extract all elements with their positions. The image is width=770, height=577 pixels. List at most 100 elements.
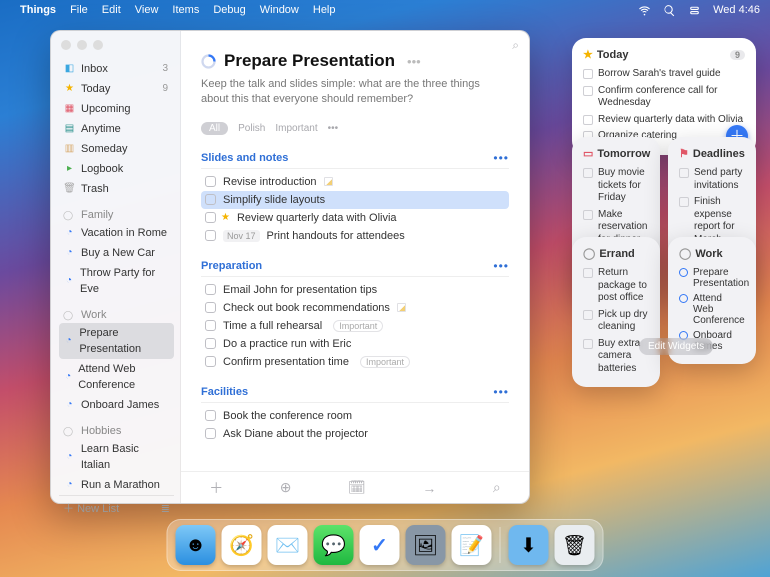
sidebar-upcoming[interactable]: ▦Upcoming (59, 99, 174, 119)
new-heading-button[interactable]: ⊕ (280, 479, 292, 496)
project-title[interactable]: Prepare Presentation (224, 51, 395, 71)
todo-item[interactable]: Book the conference room (201, 407, 509, 425)
traffic-lights[interactable] (61, 40, 103, 50)
checkbox[interactable] (205, 212, 216, 223)
sidebar-project[interactable]: ◔Buy a New Car (59, 243, 174, 263)
wifi-icon[interactable] (638, 4, 651, 17)
sidebar-anytime[interactable]: ▤Anytime (59, 119, 174, 139)
heading-title[interactable]: Slides and notes (201, 152, 288, 164)
sidebar-today[interactable]: ★Today9 (59, 79, 174, 99)
calendar-icon: ▭ (583, 147, 593, 160)
sidebar-inbox[interactable]: ◧Inbox3 (59, 59, 174, 79)
todo-item[interactable]: Do a practice run with Eric (201, 335, 509, 353)
area-hobbies[interactable]: ◯Hobbies (59, 423, 174, 439)
dock-finder[interactable]: ☻ (176, 525, 216, 565)
filter-more-icon[interactable]: ••• (328, 123, 339, 134)
sidebar-project[interactable]: ◔Vacation in Rome (59, 223, 174, 243)
area-work[interactable]: ◯Work (59, 307, 174, 323)
todo-item[interactable]: Check out book recommendations (201, 299, 509, 317)
area-family[interactable]: ◯Family (59, 207, 174, 223)
checkbox[interactable] (205, 410, 216, 421)
search-button[interactable]: ⌕ (493, 479, 501, 496)
widget-todo[interactable]: Pick up dry cleaning (583, 307, 649, 336)
heading-title[interactable]: Facilities (201, 386, 248, 398)
checkbox[interactable] (205, 302, 216, 313)
settings-icon[interactable]: ≣ (161, 502, 170, 515)
checkbox[interactable] (205, 428, 216, 439)
menu-items[interactable]: Items (172, 4, 199, 16)
dock-notes[interactable]: 📝 (452, 525, 492, 565)
sidebar-project[interactable]: ◔Throw Party for Eve (59, 263, 174, 299)
edit-widgets-button[interactable]: Edit Widgets (639, 338, 713, 355)
project-menu-icon[interactable]: ••• (407, 54, 421, 69)
heading-title[interactable]: Preparation (201, 260, 262, 272)
tag-chip[interactable]: Important (333, 320, 383, 332)
sidebar-project[interactable]: ◔Onboard James (59, 395, 174, 415)
todo-item[interactable]: Revise introduction (201, 173, 509, 191)
checkbox[interactable] (205, 284, 216, 295)
todo-item[interactable]: ★Review quarterly data with Olivia (201, 209, 509, 227)
todo-item-selected[interactable]: Simplify slide layouts (201, 191, 509, 209)
tag-chip[interactable]: Important (360, 356, 410, 368)
widget-todo[interactable]: Review quarterly data with Olivia (583, 112, 745, 129)
heading-menu-icon[interactable]: ••• (493, 259, 509, 273)
widget-project[interactable]: Attend Web Conference (679, 291, 745, 328)
date-chip: Nov 17 (223, 230, 260, 242)
menu-window[interactable]: Window (260, 4, 299, 16)
dock-downloads[interactable]: ⬇ (509, 525, 549, 565)
control-center-icon[interactable] (688, 4, 701, 17)
sidebar-project[interactable]: ◔Learn Basic Italian (59, 439, 174, 475)
dock-mail[interactable]: ✉️ (268, 525, 308, 565)
widget-errand[interactable]: ◯Errand Return package to post office Pi… (572, 237, 660, 387)
filter-all[interactable]: All (201, 122, 228, 135)
checkbox[interactable] (205, 230, 216, 241)
dock-safari[interactable]: 🧭 (222, 525, 262, 565)
project-notes[interactable]: Keep the talk and slides simple: what ar… (201, 77, 509, 108)
spotlight-icon[interactable] (663, 4, 676, 17)
menubar-clock[interactable]: Wed 4:46 (713, 4, 760, 16)
todo-item[interactable]: Ask Diane about the projector (201, 425, 509, 443)
area-icon: ◯ (679, 247, 691, 260)
dock-things[interactable]: ✓ (360, 525, 400, 565)
checkbox[interactable] (205, 176, 216, 187)
move-button[interactable]: → (422, 480, 436, 496)
menu-help[interactable]: Help (313, 4, 336, 16)
checkbox[interactable] (205, 320, 216, 331)
checkbox[interactable] (205, 338, 216, 349)
menu-debug[interactable]: Debug (213, 4, 245, 16)
sidebar-someday[interactable]: ▥Someday (59, 139, 174, 159)
dock-trash[interactable]: 🗑 (555, 525, 595, 565)
dock-messages[interactable]: 💬 (314, 525, 354, 565)
new-list-button[interactable]: ＋ New List (63, 500, 119, 516)
widget-todo[interactable]: Confirm conference call for Wednesday (583, 83, 745, 112)
checkbox[interactable] (205, 194, 216, 205)
sidebar-logbook[interactable]: ▸Logbook (59, 159, 174, 179)
widget-todo[interactable]: Send party invitations (679, 165, 745, 194)
filter-polish[interactable]: Polish (238, 123, 265, 134)
widget-todo[interactable]: Buy movie tickets for Friday (583, 165, 649, 207)
heading-menu-icon[interactable]: ••• (493, 151, 509, 165)
sidebar-trash[interactable]: 🗑Trash (59, 179, 174, 199)
sidebar-project[interactable]: ◔Attend Web Conference (59, 359, 174, 395)
dock-preview[interactable]: 🖼 (406, 525, 446, 565)
todo-item[interactable]: Email John for presentation tips (201, 281, 509, 299)
sidebar-project-selected[interactable]: ◔Prepare Presentation (59, 323, 174, 359)
widget-todo[interactable]: Return package to post office (583, 265, 649, 307)
todo-item[interactable]: Time a full rehearsalImportant (201, 317, 509, 335)
widget-project[interactable]: Prepare Presentation (679, 265, 745, 291)
sidebar-project[interactable]: ◔Run a Marathon (59, 475, 174, 495)
todo-item[interactable]: Nov 17Print handouts for attendees (201, 227, 509, 245)
quick-find-icon[interactable]: ⌕ (512, 38, 519, 53)
heading-menu-icon[interactable]: ••• (493, 385, 509, 399)
menu-edit[interactable]: Edit (102, 4, 121, 16)
filter-important[interactable]: Important (275, 123, 317, 134)
todo-item[interactable]: Confirm presentation timeImportant (201, 353, 509, 371)
schedule-button[interactable]: 🗓 (348, 479, 366, 496)
filter-bar: All Polish Important ••• (201, 122, 509, 135)
new-todo-button[interactable]: ＋ (209, 478, 223, 498)
menu-view[interactable]: View (135, 4, 159, 16)
widget-todo[interactable]: Borrow Sarah's travel guide (583, 66, 745, 83)
checkbox[interactable] (205, 356, 216, 367)
menu-file[interactable]: File (70, 4, 88, 16)
app-name[interactable]: Things (20, 4, 56, 16)
